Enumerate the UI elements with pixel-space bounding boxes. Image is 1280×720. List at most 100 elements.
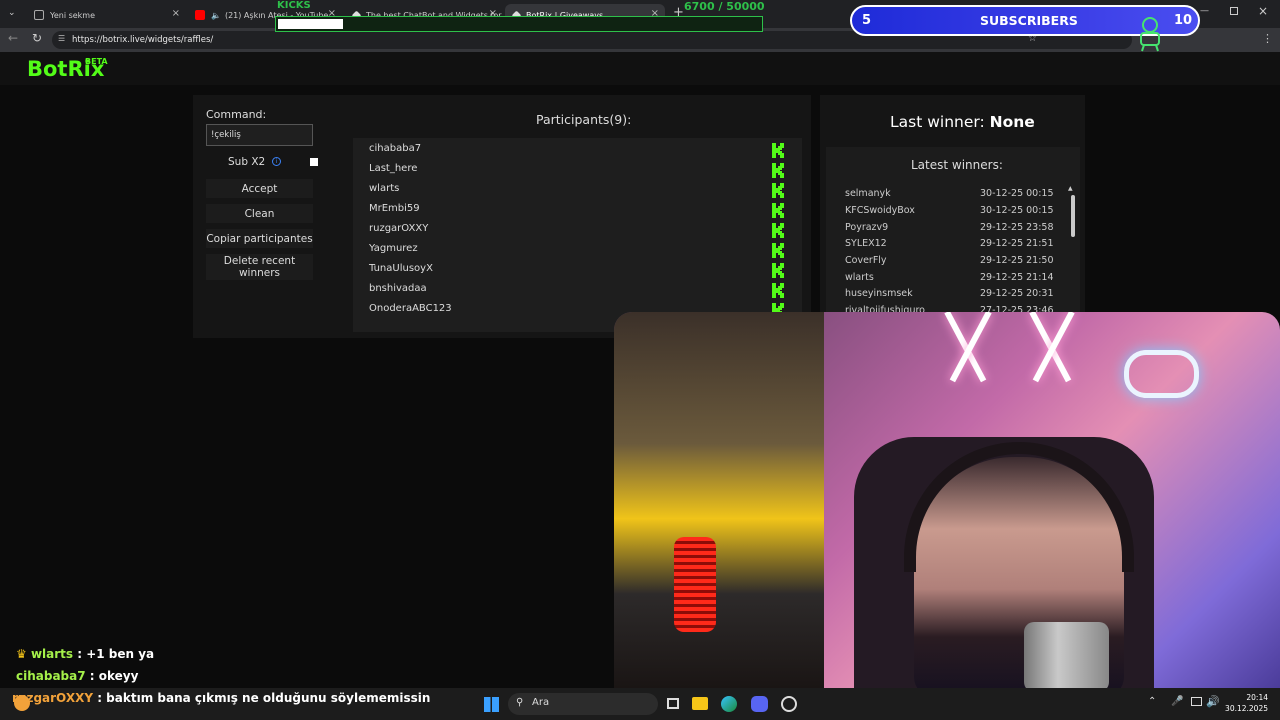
participant-row: bnshivadaa (353, 280, 802, 300)
tab-new[interactable]: Yeni sekme × (26, 4, 186, 26)
system-clock[interactable]: 20:14 30.12.2025 (1222, 692, 1268, 714)
participant-name: Yagmurez (369, 243, 418, 254)
winner-row: KFCSwoidyBox 30-12-25 00:15 (845, 205, 1065, 221)
winner-row: wlarts 29-12-25 21:14 (845, 272, 1065, 288)
kick-icon (772, 223, 784, 238)
clock-time: 20:14 (1246, 693, 1268, 702)
chat-username: ruzgarOXXY (12, 691, 94, 705)
chat-message: cihababa7 : okeyy (16, 669, 138, 683)
taskbar-search[interactable]: ⚲ Ara (508, 693, 658, 715)
winner-row: Poyrazv9 29-12-25 23:58 (845, 222, 1065, 238)
kick-icon (772, 183, 784, 198)
latest-winners-box: Latest winners: selmanyk 30-12-25 00:15 K… (826, 147, 1080, 325)
close-tab-icon[interactable]: × (172, 8, 180, 19)
microphone-icon[interactable]: 🎤 (1171, 696, 1183, 707)
file-explorer-icon[interactable] (692, 697, 708, 710)
coffee-mug (1024, 622, 1109, 688)
tray-chevron-icon[interactable]: ⌃ (1148, 696, 1156, 707)
raffle-panel: Command: Sub X2 i Accept Clean Copiar pa… (193, 95, 811, 338)
discord-icon[interactable] (751, 696, 768, 712)
kicks-goal-bar (275, 16, 763, 32)
maximize-icon[interactable] (1230, 7, 1238, 15)
command-input[interactable] (206, 124, 313, 146)
winner-date: 29-12-25 21:14 (980, 272, 1054, 283)
subs-label: SUBSCRIBERS (980, 13, 1078, 28)
winner-name: CoverFly (845, 255, 887, 266)
last-winner-value: None (989, 113, 1035, 131)
url-text: https://botrix.live/widgets/raffles/ (72, 35, 214, 45)
neon-controller-sign (1124, 350, 1199, 398)
winner-row: huseyinsmsek 29-12-25 20:31 (845, 288, 1065, 304)
task-view-icon[interactable] (667, 698, 679, 709)
kicks-label: KICKS (277, 0, 311, 11)
participant-name: Last_here (369, 163, 418, 174)
winner-date: 29-12-25 21:51 (980, 238, 1054, 249)
winners-scrollbar[interactable] (1071, 195, 1075, 237)
chat-text: : +1 ben ya (73, 647, 155, 661)
minimize-icon[interactable]: — (1200, 6, 1209, 16)
sub-x2-checkbox[interactable] (310, 158, 318, 166)
winner-row: selmanyk 30-12-25 00:15 (845, 188, 1065, 204)
chat-text: : baktım bana çıkmış ne olduğunu söyleme… (93, 691, 431, 705)
site-info-icon[interactable]: ☰ (58, 34, 65, 43)
winner-date: 30-12-25 00:15 (980, 205, 1054, 216)
speaker-light (674, 537, 716, 632)
network-icon[interactable] (1191, 697, 1202, 706)
kick-icon (772, 283, 784, 298)
kick-icon (772, 143, 784, 158)
winner-date: 29-12-25 20:31 (980, 288, 1054, 299)
chat-username: wlarts (30, 647, 74, 661)
participant-row: cihababa7 (353, 140, 802, 160)
youtube-icon (195, 10, 205, 20)
app-icon[interactable] (781, 696, 797, 712)
winner-name: Poyrazv9 (845, 222, 889, 233)
page-icon (34, 10, 44, 20)
chat-text: : okeyy (85, 669, 139, 683)
participant-name: TunaUlusoyX (369, 263, 433, 274)
accept-button[interactable]: Accept (206, 179, 313, 198)
menu-icon[interactable]: ⋮ (1262, 32, 1273, 45)
back-icon[interactable]: ← (8, 31, 18, 45)
participants-list: cihababa7 Last_here wlarts MrEmbi59 ruzg… (353, 138, 802, 332)
kick-icon (772, 163, 784, 178)
winner-date: 30-12-25 00:15 (980, 188, 1054, 199)
winner-name: huseyinsmsek (845, 288, 913, 299)
neon-w-sign (934, 312, 1084, 392)
participant-name: bnshivadaa (369, 283, 427, 294)
participant-name: ruzgarOXXY (369, 223, 429, 234)
participants-title: Participants(9): (536, 112, 632, 127)
delete-recent-winners-button[interactable]: Delete recent winners (206, 254, 313, 280)
chat-message: ruzgarOXXY : baktım bana çıkmış ne olduğ… (12, 691, 430, 705)
close-window-icon[interactable]: × (1258, 4, 1268, 18)
clean-button[interactable]: Clean (206, 204, 313, 223)
copy-participants-button[interactable]: Copiar participantes (206, 229, 313, 248)
edge-icon[interactable] (721, 696, 737, 712)
scroll-up-icon[interactable]: ▲ (1068, 185, 1073, 192)
command-label: Command: (206, 108, 267, 121)
clock-date: 30.12.2025 (1225, 704, 1268, 713)
search-icon: ⚲ (516, 697, 524, 708)
winner-name: SYLEX12 (845, 238, 887, 249)
participant-row: Yagmurez (353, 240, 802, 260)
kick-icon (772, 203, 784, 218)
latest-winners-title: Latest winners: (911, 158, 1003, 172)
kick-icon (772, 243, 784, 258)
info-icon[interactable]: i (272, 157, 281, 166)
winner-date: 29-12-25 21:50 (980, 255, 1054, 266)
kicks-progress-fill (278, 19, 343, 29)
jersey-rack (614, 312, 824, 688)
speaker-icon[interactable]: 🔈 (211, 11, 221, 20)
webcam-feed (614, 312, 1280, 688)
reload-icon[interactable]: ↻ (32, 31, 42, 45)
winner-row: SYLEX12 29-12-25 21:51 (845, 238, 1065, 254)
kicks-count: 6700 / 50000 (684, 0, 765, 13)
participant-row: TunaUlusoyX (353, 260, 802, 280)
winner-name: selmanyk (845, 188, 891, 199)
participant-name: cihababa7 (369, 143, 422, 154)
tab-label: Yeni sekme (50, 10, 96, 20)
start-icon[interactable] (484, 697, 499, 712)
chat-username: cihababa7 (16, 669, 86, 683)
tab-list-chevron-icon[interactable]: ⌄ (8, 8, 16, 18)
volume-icon[interactable]: 🔊 (1206, 695, 1220, 708)
site-header: BotRix BETA (0, 52, 1280, 85)
